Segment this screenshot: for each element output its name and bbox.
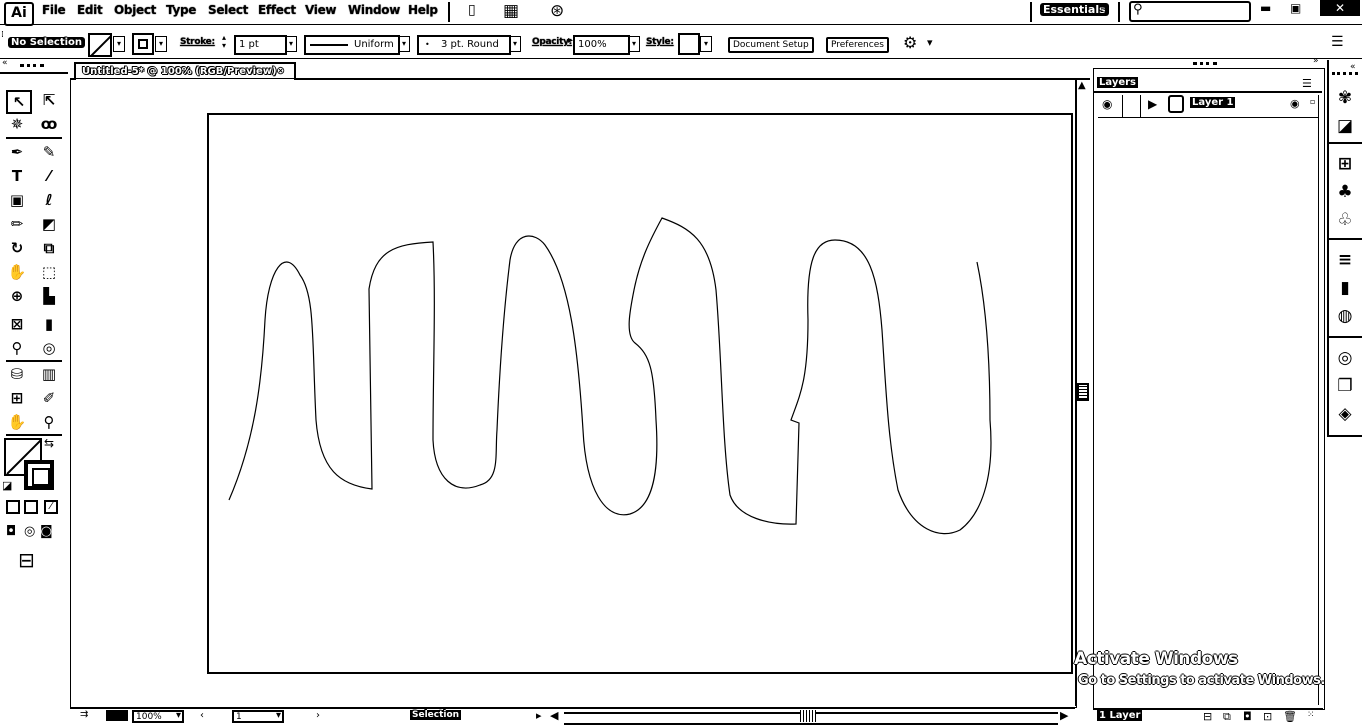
layer-row[interactable]: ◉ ▶ Layer 1 ◉ ▫ — [1098, 95, 1318, 118]
scroll-left-icon[interactable]: ◀ — [550, 709, 558, 722]
resize-grip-icon[interactable]: ⁙ — [1307, 710, 1315, 720]
status-menu-icon[interactable]: ▸ — [536, 709, 542, 722]
activation-watermark-subtitle: Go to Settings to activate Windows. — [1078, 673, 1325, 688]
dock-separator — [1329, 336, 1362, 338]
layers-panel-menu-icon[interactable]: ☰ — [1302, 77, 1312, 90]
layer-count: 1 Layer — [1097, 710, 1143, 721]
locate-object-icon[interactable]: ⊟ — [1203, 710, 1212, 723]
dock-grip-icon — [1332, 72, 1358, 75]
layer-thumbnail — [1168, 95, 1184, 113]
new-sublayer-icon[interactable]: ◘ — [1243, 710, 1252, 723]
next-artboard-icon[interactable]: › — [316, 710, 320, 721]
color-guide-icon[interactable]: ◪ — [1333, 114, 1357, 138]
activation-watermark-title: Activate Windows — [1074, 649, 1238, 669]
layers-footer: 1 Layer ⊟ ⧉ ◘ ⊡ 🗑 ⁙ — [1093, 708, 1323, 727]
brushes-icon[interactable]: ♣ — [1333, 180, 1357, 204]
scroll-up-icon[interactable]: ▲ — [1078, 80, 1086, 91]
layers-tab[interactable]: Layers — [1097, 77, 1138, 88]
delete-layer-icon[interactable]: 🗑 — [1283, 710, 1297, 723]
scroll-right-icon[interactable]: ▶ — [1060, 709, 1068, 722]
layers-scrollbar[interactable] — [1318, 95, 1323, 705]
rotate-view-icon[interactable] — [106, 710, 128, 721]
layer-row-divider — [1122, 95, 1123, 117]
dock-separator — [1329, 142, 1362, 144]
expand-layer-icon[interactable]: ▶ — [1148, 97, 1157, 111]
symbols-icon[interactable]: ♧ — [1333, 208, 1357, 232]
graphic-styles-icon[interactable]: ❐ — [1333, 374, 1357, 398]
zoom-dropdown-icon[interactable]: ▾ — [176, 710, 181, 721]
layer-target-icon[interactable]: ◉ — [1290, 97, 1300, 110]
dock-separator — [1329, 238, 1362, 240]
stroke-icon[interactable]: ≡ — [1333, 248, 1357, 272]
collapse-panel-icon[interactable]: » — [1313, 56, 1319, 66]
swatches-icon[interactable]: ⊞ — [1333, 152, 1357, 176]
layer-row-divider — [1140, 95, 1141, 117]
layer-name[interactable]: Layer 1 — [1190, 97, 1236, 108]
artboard-nav-icon[interactable]: ⇉ — [80, 709, 88, 720]
status-bar: ⇉ 100% ▾ ‹ 1 ▾ › Selection ▸ ◀ ▶ — [70, 708, 1075, 726]
color-icon[interactable]: ✾ — [1333, 86, 1357, 110]
expand-dock-icon[interactable]: « — [1350, 62, 1356, 72]
zoom-value: 100% — [136, 712, 162, 722]
layers-dock-icon[interactable]: ◈ — [1333, 402, 1357, 426]
selection-indicator-icon: ▫ — [1310, 97, 1316, 106]
transparency-icon[interactable]: ◍ — [1333, 304, 1357, 328]
current-tool-status[interactable]: Selection — [410, 710, 462, 720]
clipping-mask-icon[interactable]: ⧉ — [1223, 710, 1231, 724]
prev-artboard-icon[interactable]: ‹ — [200, 710, 204, 721]
freehand-wavy-path[interactable] — [228, 217, 992, 535]
scroll-thumb[interactable] — [1077, 383, 1089, 401]
artboard-dropdown-icon[interactable]: ▾ — [276, 710, 281, 721]
visibility-eye-icon[interactable]: ◉ — [1102, 97, 1112, 111]
panel-grip-icon — [1193, 62, 1217, 65]
appearance-icon[interactable]: ◎ — [1333, 346, 1357, 370]
vertical-scrollbar[interactable]: ▲ — [1075, 78, 1090, 706]
new-layer-icon[interactable]: ⊡ — [1263, 710, 1272, 723]
layers-panel: Layers ☰ ◉ ▶ Layer 1 ◉ ▫ — [1093, 68, 1325, 710]
horizontal-scroll-thumb[interactable] — [800, 710, 816, 722]
artboard-number-value: 1 — [236, 712, 242, 722]
gradient-panel-icon[interactable]: ▮ — [1333, 276, 1357, 300]
